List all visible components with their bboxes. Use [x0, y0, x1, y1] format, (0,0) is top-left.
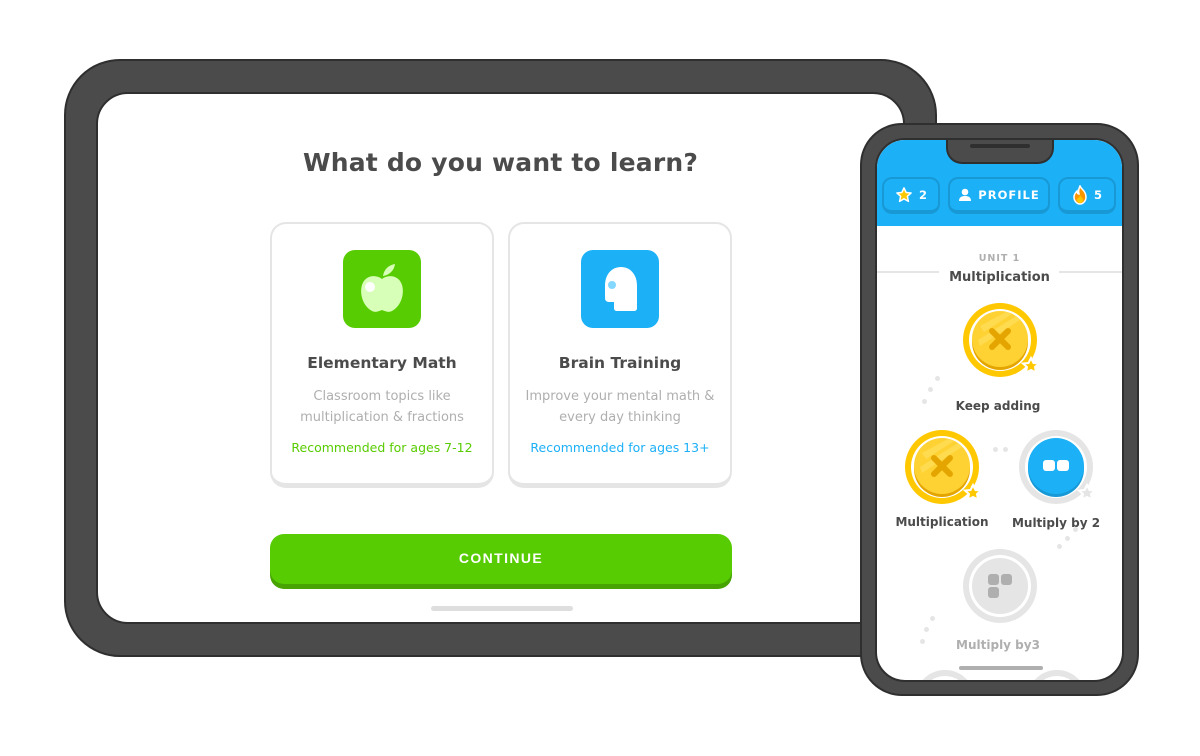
page-title: What do you want to learn?	[302, 148, 699, 177]
path-dot	[930, 616, 935, 621]
course-name: Elementary Math	[307, 354, 457, 372]
lesson-label: Multiplication	[895, 515, 989, 529]
lesson-node-keep-adding[interactable]	[960, 300, 1040, 380]
unit-label: UNIT 1	[978, 253, 1021, 264]
profile-button[interactable]: PROFILE	[948, 177, 1050, 214]
lesson-node-multiplication[interactable]	[902, 427, 982, 507]
course-recommendation: Recommended for ages 13+	[530, 440, 710, 455]
phone-screen: 2 PROFILE 5 UNIT 1 Multiplication Keep a…	[875, 138, 1124, 682]
head-icon	[581, 250, 659, 328]
stars-count: 2	[918, 187, 927, 202]
lesson-node-multiply-by-2[interactable]	[1016, 427, 1096, 507]
path-dot	[924, 627, 929, 632]
lesson-node-multiply-by-3[interactable]	[960, 546, 1040, 626]
phone-device: 2 PROFILE 5 UNIT 1 Multiplication Keep a…	[860, 123, 1139, 696]
path-dot	[935, 376, 940, 381]
path-dot	[920, 639, 925, 644]
stars-button[interactable]: 2	[882, 177, 940, 214]
streak-button[interactable]: 5	[1058, 177, 1116, 214]
tablet-screen: What do you want to learn? Elementary Ma…	[96, 92, 905, 624]
path-dot	[922, 399, 927, 404]
home-indicator	[431, 606, 573, 611]
lesson-node-next	[1027, 670, 1087, 680]
course-card-elementary-math[interactable]: Elementary Math Classroom topics like mu…	[270, 222, 494, 488]
path-dot	[1057, 544, 1062, 549]
course-description: Classroom topics like multiplication & f…	[300, 389, 464, 425]
fire-icon	[1072, 184, 1088, 205]
course-recommendation: Recommended for ages 7-12	[291, 440, 473, 455]
unit-title: Multiplication	[949, 270, 1050, 285]
path-dot	[993, 447, 998, 452]
continue-button[interactable]: CONTINUE	[270, 534, 732, 584]
course-name: Brain Training	[558, 354, 682, 372]
lesson-label: Keep adding	[955, 399, 1041, 413]
phone-notch	[946, 140, 1054, 164]
lesson-label: Multiply by3	[956, 638, 1040, 652]
profile-label: PROFILE	[978, 187, 1040, 202]
apple-icon	[343, 250, 421, 328]
course-description: Improve your mental math & every day thi…	[525, 389, 715, 425]
path-dot	[1003, 447, 1008, 452]
path-dot	[1065, 536, 1070, 541]
tablet-device: What do you want to learn? Elementary Ma…	[64, 59, 937, 657]
phone-header: 2 PROFILE 5	[877, 140, 1122, 226]
lesson-node-next	[915, 670, 975, 680]
home-indicator	[959, 666, 1043, 670]
speaker-grille	[970, 144, 1030, 148]
course-card-brain-training[interactable]: Brain Training Improve your mental math …	[508, 222, 732, 488]
lesson-label: Multiply by 2	[1011, 516, 1101, 530]
streak-count: 5	[1093, 187, 1102, 202]
user-icon	[958, 188, 972, 202]
path-dot	[928, 387, 933, 392]
star-icon	[895, 186, 913, 204]
